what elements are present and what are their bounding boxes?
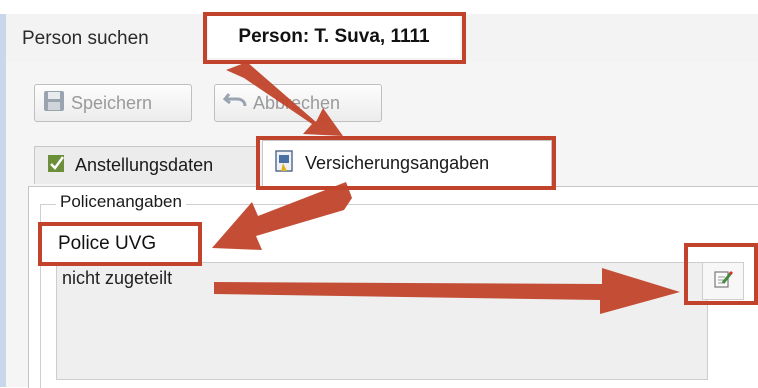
police-uvg-value: nicht zugeteilt [62, 268, 173, 288]
cancel-button-label: Abbrechen [253, 92, 341, 113]
tab-anstellungsdaten-label: Anstellungsdaten [75, 155, 214, 175]
callout-box-edit [684, 243, 758, 305]
checklist-icon [45, 152, 67, 179]
save-button[interactable]: Speichern [34, 84, 192, 122]
callout-box-versicherung [256, 136, 556, 190]
cancel-button[interactable]: Abbrechen [214, 84, 382, 122]
tab-anstellungsdaten[interactable]: Anstellungsdaten [34, 146, 260, 184]
callout-box-police [38, 222, 202, 266]
callout-box-person [203, 12, 466, 64]
save-button-label: Speichern [71, 92, 153, 113]
undo-icon [222, 90, 247, 117]
groupbox-title: Policenangaben [56, 192, 186, 212]
floppy-disk-icon [43, 90, 65, 117]
tab-person-suchen[interactable]: Person suchen [22, 24, 149, 54]
